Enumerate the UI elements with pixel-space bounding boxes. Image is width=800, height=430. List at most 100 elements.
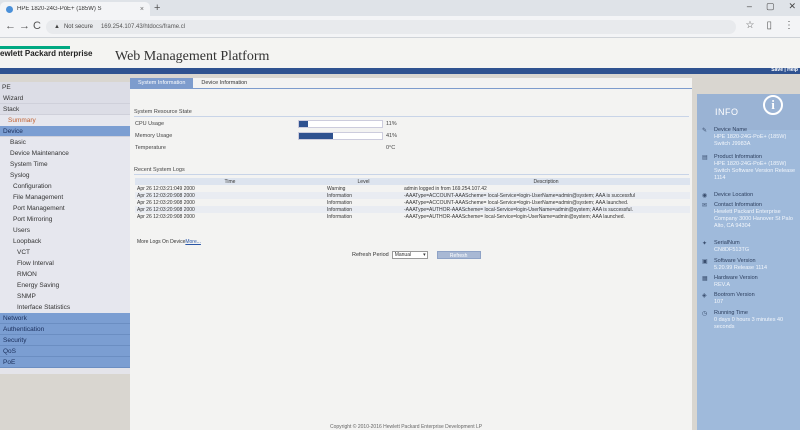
info-entry-icon: ◷ bbox=[702, 311, 708, 317]
minimize-icon[interactable]: – bbox=[747, 1, 752, 12]
info-entry: ◉ Device Location bbox=[702, 192, 800, 199]
log-time-cell: Apr 26 12:03:20:908 2000 bbox=[137, 213, 195, 220]
temperature-label: Temperature bbox=[135, 145, 166, 151]
usage-fill bbox=[299, 121, 309, 127]
save-help-links[interactable]: Save | Help bbox=[771, 67, 798, 73]
sidebar-item-configuration[interactable]: Configuration bbox=[0, 181, 135, 192]
sidebar-item-rmon[interactable]: RMON bbox=[0, 269, 135, 280]
close-tab-icon[interactable]: × bbox=[140, 6, 144, 13]
memory-usage-row: Memory Usage 41% bbox=[135, 132, 680, 141]
extensions-icon[interactable]: ▯ bbox=[766, 20, 772, 31]
info-panel: INFO i ✎ Device Name HPE 1820-24G-PoE+ (18… bbox=[697, 94, 800, 430]
section-divider bbox=[134, 174, 689, 175]
info-entry-icon: ✦ bbox=[702, 241, 708, 247]
log-description-cell: -AAAType=ACCOUNT-AAAScheme= local-Servic… bbox=[402, 192, 690, 199]
maximize-icon[interactable]: ▢ bbox=[766, 1, 775, 12]
browser-tab-title: HPE 1820-24G-PoE+ (185W) S bbox=[17, 6, 102, 12]
cpu-usage-row: CPU Usage 11% bbox=[135, 120, 680, 129]
sidebar-item-loopback[interactable]: Loopback bbox=[0, 236, 135, 247]
back-arrow-icon[interactable]: ← bbox=[5, 20, 16, 32]
info-entry-label: Software Version bbox=[714, 258, 756, 264]
cpu-usage-label: CPU Usage bbox=[135, 121, 165, 127]
main-tabs: System Information Device Information bbox=[130, 78, 255, 88]
info-entry-icon: ▦ bbox=[702, 276, 708, 282]
column-header-level[interactable]: Level bbox=[325, 178, 402, 185]
refresh-period-select[interactable]: Manual bbox=[391, 251, 428, 259]
sidebar-item-device[interactable]: Device bbox=[0, 126, 135, 137]
info-entry-icon: ▣ bbox=[702, 259, 708, 265]
system-log-table: Time Level Description Apr 26 12:03:21:0… bbox=[135, 178, 690, 220]
log-time-cell: Apr 26 12:03:20:908 2000 bbox=[137, 199, 195, 206]
info-entry-icon: ◉ bbox=[702, 193, 708, 199]
info-entry-label: Device Location bbox=[714, 192, 754, 198]
info-entry: ✎ Device Name HPE 1820-24G-PoE+ (185W) Swi… bbox=[702, 127, 800, 148]
info-entry: ✉ Contact Information Hewlett Packard Ente… bbox=[702, 202, 800, 230]
more-logs-link[interactable]: More... bbox=[185, 239, 201, 245]
sidebar-item-stack[interactable]: Stack bbox=[0, 104, 135, 115]
tab-device-information[interactable]: Device Information bbox=[193, 78, 255, 88]
logs-section-title: Recent System Logs bbox=[134, 167, 185, 173]
sidebar-item-snmp[interactable]: SNMP bbox=[0, 291, 135, 302]
favicon-icon bbox=[6, 5, 13, 13]
sidebar-item-wizard[interactable]: Wizard bbox=[0, 93, 135, 104]
table-row: Apr 26 12:03:20:908 2000 Information -AAAT… bbox=[135, 206, 690, 213]
sidebar-item-port-mirroring[interactable]: Port Mirroring bbox=[0, 214, 135, 225]
new-tab-icon[interactable]: + bbox=[154, 2, 160, 14]
app-header: ewlett Packard nterprise Web Management … bbox=[0, 38, 800, 68]
browser-tab[interactable]: HPE 1820-24G-PoE+ (185W) S × bbox=[0, 2, 150, 16]
refresh-button[interactable]: Refresh bbox=[436, 251, 481, 259]
menu-dots-icon[interactable]: ⋮ bbox=[784, 20, 794, 31]
sidebar-item-interface-statistics[interactable]: Interface Statistics bbox=[0, 302, 135, 313]
info-entry: ▤ Product Information HPE 1820-24G-PoE+ (1… bbox=[702, 154, 800, 182]
sidebar-item-vct[interactable]: VCT bbox=[0, 247, 135, 258]
column-header-time[interactable]: Time bbox=[135, 178, 325, 185]
sidebar-item-energy-saving[interactable]: Energy Saving bbox=[0, 280, 135, 291]
url-text[interactable]: 169.254.107.43/htdocs/frame.cl bbox=[101, 24, 185, 30]
info-entry-icon: ✉ bbox=[702, 203, 708, 209]
header-blue-bar bbox=[0, 68, 800, 74]
log-level-cell: Information bbox=[325, 206, 402, 213]
log-level-cell: Warning bbox=[327, 185, 346, 192]
sidebar-item-file-management[interactable]: File Management bbox=[0, 192, 135, 203]
table-row: Apr 26 12:03:20:908 2000 Information -AAAT… bbox=[135, 213, 690, 220]
column-header-description[interactable]: Description bbox=[402, 178, 690, 185]
section-divider bbox=[134, 116, 689, 117]
log-description-cell: -AAAType=AUTHOR-AAAScheme= local-Service… bbox=[402, 206, 690, 213]
sidebar-item-port-management[interactable]: Port Management bbox=[0, 203, 135, 214]
memory-usage-label: Memory Usage bbox=[135, 133, 173, 139]
info-entry: ◷ Running Time 0 days 0 hours 3 minutes 40… bbox=[702, 310, 800, 331]
sidebar-item-network[interactable]: Network bbox=[0, 313, 135, 324]
temperature-row: Temperature 0°C bbox=[135, 144, 680, 153]
info-entry-icon: ✎ bbox=[702, 128, 708, 134]
sidebar-item-qos[interactable]: QoS bbox=[0, 346, 135, 357]
forward-arrow-icon[interactable]: → bbox=[19, 20, 30, 32]
log-level-cell: Information bbox=[325, 192, 402, 199]
sidebar-item-system-time[interactable]: System Time bbox=[0, 159, 135, 170]
sidebar-item-users[interactable]: Users bbox=[0, 225, 135, 236]
info-entry-value: 107 bbox=[714, 299, 724, 305]
info-entry-icon: ◈ bbox=[702, 293, 707, 299]
info-entry-value: HPE 1820-24G-PoE+ (185W) Switch Software… bbox=[714, 161, 796, 181]
sidebar-item-device-maintenance[interactable]: Device Maintenance bbox=[0, 148, 135, 159]
address-bar[interactable]: ▲ Not secure 169.254.107.43/htdocs/frame… bbox=[46, 20, 736, 34]
info-entry-label: Product Information bbox=[714, 154, 762, 160]
reload-icon[interactable]: C bbox=[33, 20, 41, 32]
sidebar-nav: PE Wizard Stack Summary Device Basic Device Ma… bbox=[0, 82, 135, 374]
memory-usage-value: 41% bbox=[386, 133, 398, 139]
info-icon: i bbox=[763, 95, 783, 115]
more-logs-label: More Logs On Device bbox=[137, 239, 186, 245]
sidebar-item-security[interactable]: Security bbox=[0, 335, 135, 346]
window-close-icon[interactable]: ✕ bbox=[788, 1, 796, 12]
bookmark-star-icon[interactable]: ☆ bbox=[746, 20, 755, 31]
log-time-cell: Apr 26 12:03:20:908 2000 bbox=[135, 192, 325, 199]
sidebar-item-poe[interactable]: PoE bbox=[0, 357, 135, 368]
sidebar-item-pe[interactable]: PE bbox=[0, 82, 135, 93]
tab-system-information[interactable]: System Information bbox=[130, 78, 194, 88]
sidebar-item-summary[interactable]: Summary bbox=[0, 115, 135, 126]
info-entry-value: CN8DF513TG bbox=[714, 247, 750, 253]
sidebar-item-basic[interactable]: Basic bbox=[0, 137, 135, 148]
sidebar-item-flow-interval[interactable]: Flow Interval bbox=[0, 258, 135, 269]
sidebar-item-syslog[interactable]: Syslog bbox=[0, 170, 135, 181]
refresh-period-label: Refresh Period bbox=[352, 252, 389, 258]
sidebar-item-authentication[interactable]: Authentication bbox=[0, 324, 135, 335]
